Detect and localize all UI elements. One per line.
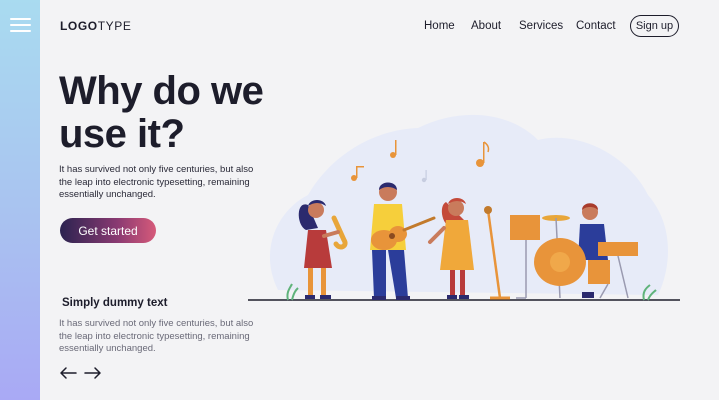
get-started-button[interactable]: Get started [60, 218, 156, 243]
logo-bold: LOGO [60, 19, 98, 33]
arrow-right-icon[interactable] [84, 366, 102, 380]
hamburger-icon[interactable] [10, 18, 31, 32]
section-title: Simply dummy text [62, 297, 168, 309]
logo[interactable]: LOGOTYPE [60, 19, 131, 33]
arrow-left-icon[interactable] [59, 366, 77, 380]
nav-link-about[interactable]: About [471, 20, 501, 32]
hero-description: It has survived not only five centuries,… [59, 164, 254, 200]
nav-link-services[interactable]: Services [519, 20, 563, 32]
section-description: It has survived not only five centuries,… [59, 318, 254, 354]
band-illustration [248, 114, 680, 301]
sidebar [0, 0, 40, 400]
nav-link-contact[interactable]: Contact [576, 20, 616, 32]
nav-link-home[interactable]: Home [424, 20, 455, 32]
signup-button[interactable]: Sign up [630, 15, 679, 37]
logo-light: TYPE [97, 19, 132, 33]
